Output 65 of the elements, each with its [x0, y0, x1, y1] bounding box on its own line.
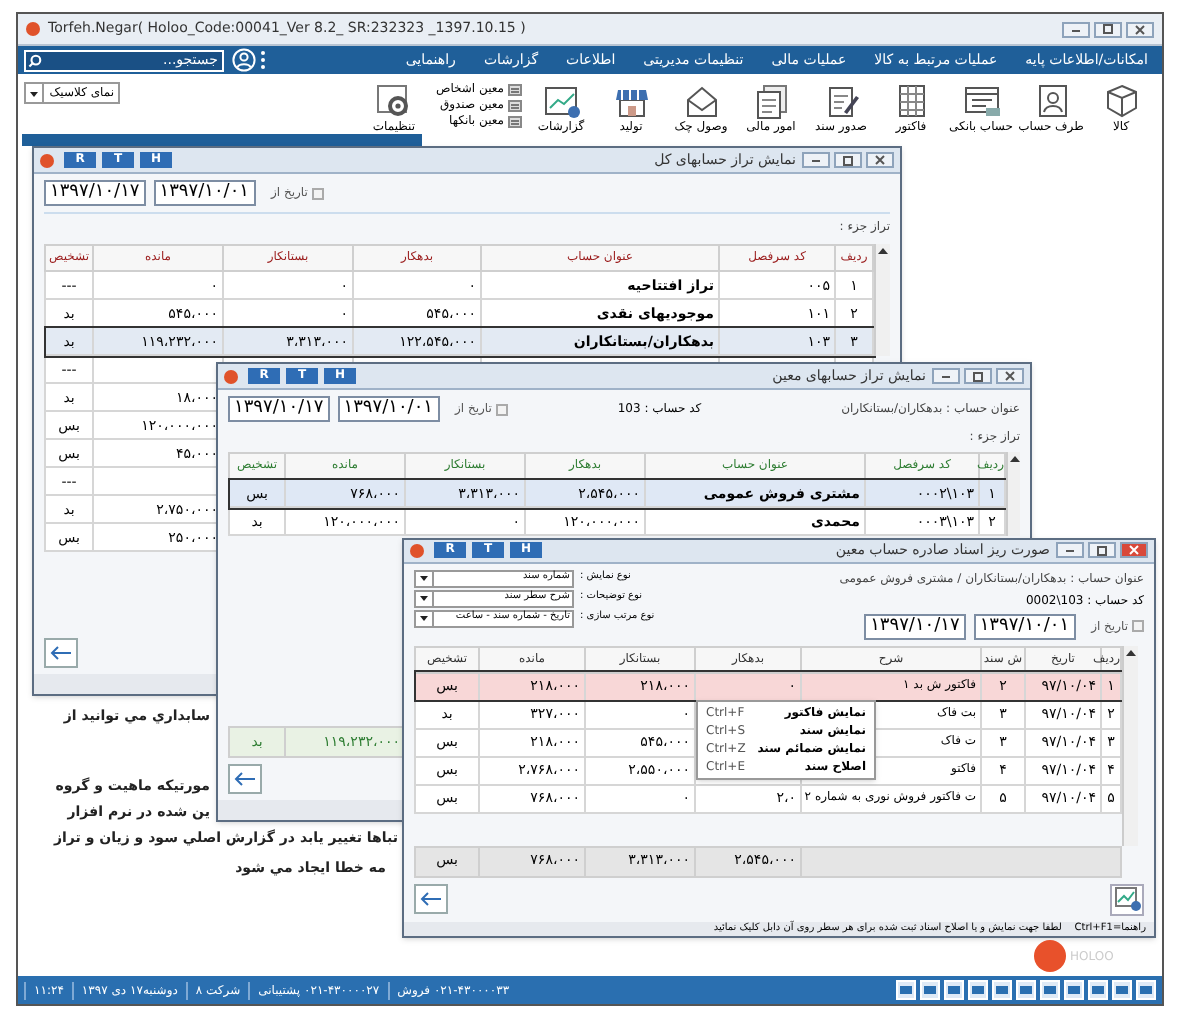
maximize-button[interactable]: [834, 152, 862, 168]
chart-icon: [1113, 886, 1141, 912]
minimize-icon: [1070, 25, 1082, 33]
maximize-button[interactable]: [1094, 21, 1122, 37]
date-field[interactable]: ۱۳۹۷/۱۰/۰۱: [337, 396, 439, 422]
more-icon[interactable]: [260, 50, 266, 70]
maximize-icon: [1102, 24, 1114, 34]
user-icon[interactable]: [232, 48, 256, 72]
window-icon: [961, 82, 1001, 120]
maximize-button[interactable]: [964, 368, 992, 384]
logo-icon: [1034, 940, 1066, 972]
back-arrow-icon: [50, 646, 72, 660]
close-button[interactable]: [996, 368, 1024, 384]
scroll-up-icon: [1126, 649, 1136, 655]
back-arrow-icon: [420, 892, 442, 906]
list-icon: [508, 115, 522, 127]
envelope-icon: [681, 82, 721, 120]
back-button[interactable]: [414, 884, 448, 914]
minimize-button[interactable]: [932, 368, 960, 384]
box-icon: [1101, 82, 1141, 120]
close-button[interactable]: [1126, 21, 1154, 37]
minimize-button[interactable]: [802, 152, 830, 168]
documents-icon: [751, 82, 791, 120]
minimize-icon: [1064, 546, 1076, 555]
close-button[interactable]: [866, 152, 894, 168]
scrollbar[interactable]: [874, 244, 890, 356]
app-icon: [224, 369, 238, 383]
close-icon: [1134, 23, 1146, 35]
checkbox[interactable]: [495, 403, 508, 415]
app-icon: [26, 22, 40, 36]
list-icon: [508, 99, 522, 111]
date-field[interactable]: ۱۳۹۷/۱۰/۱۷: [864, 613, 966, 639]
scroll-up-icon: [878, 248, 888, 254]
chart-icon: [541, 82, 581, 120]
minimize-button[interactable]: [1062, 21, 1090, 37]
minimize-icon: [810, 156, 822, 164]
list-icon: [508, 83, 522, 95]
maximize-icon: [1096, 545, 1108, 556]
close-icon: [1128, 544, 1140, 557]
maximize-icon: [842, 155, 854, 165]
date-field[interactable]: ۱۳۹۷/۱۰/۱۷: [44, 180, 146, 206]
close-icon: [1004, 370, 1016, 382]
checkbox[interactable]: [311, 187, 324, 199]
checkbox[interactable]: [1132, 620, 1144, 632]
close-icon: [874, 154, 886, 166]
back-button[interactable]: [228, 764, 262, 794]
minimize-icon: [940, 372, 952, 380]
maximize-button[interactable]: [1088, 542, 1116, 559]
scroll-up-icon: [1009, 456, 1019, 462]
scrollbar[interactable]: [1122, 645, 1138, 845]
dropdown-arrow-icon: [28, 87, 40, 99]
chart-button[interactable]: [1110, 883, 1144, 915]
scrollbar[interactable]: [1006, 452, 1020, 536]
close-button[interactable]: [1120, 542, 1148, 559]
gear-icon: [373, 82, 414, 120]
app-icon: [410, 543, 424, 558]
maximize-icon: [972, 371, 984, 381]
date-field[interactable]: ۱۳۹۷/۱۰/۱۷: [228, 396, 330, 422]
search-icon: [28, 53, 42, 67]
date-field[interactable]: ۱۳۹۷/۱۰/۰۱: [973, 613, 1076, 639]
minimize-button[interactable]: [1056, 542, 1084, 559]
back-button[interactable]: [44, 638, 78, 668]
date-field[interactable]: ۱۳۹۷/۱۰/۰۱: [153, 180, 255, 206]
back-arrow-icon: [234, 772, 256, 786]
app-icon: [40, 153, 54, 167]
